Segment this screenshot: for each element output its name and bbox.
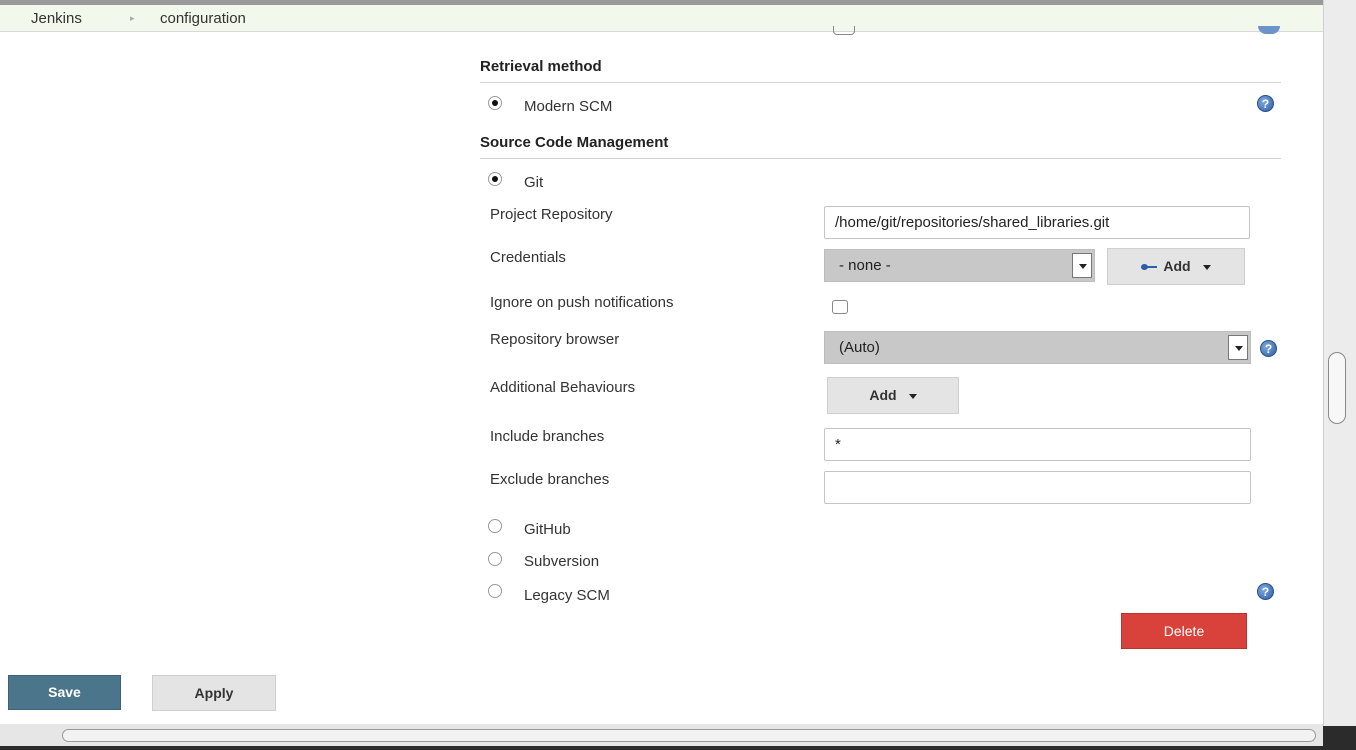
modern-scm-label[interactable]: Modern SCM [524, 98, 612, 115]
legacy-scm-help-icon[interactable]: ? [1257, 583, 1274, 600]
subversion-label[interactable]: Subversion [524, 553, 599, 570]
chevron-down-icon [1228, 335, 1248, 360]
additional-behaviours-add-button[interactable]: Add [827, 377, 959, 414]
breadcrumb-jenkins-link[interactable]: Jenkins [31, 10, 82, 27]
clipped-checkbox [833, 26, 855, 35]
repository-browser-help-icon[interactable]: ? [1260, 340, 1277, 357]
git-radio[interactable] [488, 172, 502, 186]
caret-down-icon [908, 393, 917, 399]
github-label[interactable]: GitHub [524, 521, 571, 538]
credentials-selected-value: - none - [839, 257, 891, 274]
vertical-scrollbar-thumb[interactable] [1328, 352, 1346, 424]
breadcrumb-configuration-link[interactable]: configuration [160, 10, 246, 27]
config-window: Jenkins ▸ configuration Retrieval method… [0, 0, 1323, 726]
include-branches-input[interactable]: * [824, 428, 1251, 461]
credentials-add-button[interactable]: Add [1107, 248, 1245, 285]
additional-behaviours-add-label: Add [869, 387, 897, 403]
project-repository-input[interactable]: /home/git/repositories/shared_libraries.… [824, 206, 1250, 239]
exclude-branches-input[interactable] [824, 471, 1251, 504]
subversion-radio[interactable] [488, 552, 502, 566]
legacy-scm-label[interactable]: Legacy SCM [524, 587, 610, 604]
repository-browser-select[interactable]: (Auto) [824, 331, 1251, 364]
ignore-push-label: Ignore on push notifications [490, 294, 674, 311]
credentials-label: Credentials [490, 249, 566, 266]
project-repository-label: Project Repository [490, 206, 613, 223]
ignore-push-checkbox[interactable] [832, 300, 848, 314]
apply-button[interactable]: Apply [152, 675, 276, 711]
retrieval-method-heading: Retrieval method [480, 58, 1281, 83]
include-branches-label: Include branches [490, 428, 605, 445]
credentials-select[interactable]: - none - [824, 249, 1095, 282]
chevron-down-icon [1072, 253, 1092, 278]
caret-down-icon [1202, 264, 1211, 270]
repository-browser-label: Repository browser [490, 331, 620, 348]
horizontal-scrollbar-thumb[interactable] [62, 729, 1316, 742]
breadcrumb-separator-icon: ▸ [130, 13, 135, 23]
clipped-help-icon [1258, 26, 1280, 34]
github-radio[interactable] [488, 519, 502, 533]
save-button[interactable]: Save [8, 675, 121, 710]
delete-button[interactable]: Delete [1121, 613, 1247, 649]
repository-browser-selected-value: (Auto) [839, 339, 880, 356]
exclude-branches-label: Exclude branches [490, 471, 610, 488]
scm-heading: Source Code Management [480, 134, 1281, 159]
vertical-scrollbar[interactable] [1323, 0, 1356, 726]
key-icon [1141, 263, 1158, 271]
additional-behaviours-label: Additional Behaviours [490, 379, 636, 396]
retrieval-help-icon[interactable]: ? [1257, 95, 1274, 112]
legacy-scm-radio[interactable] [488, 584, 502, 598]
modern-scm-radio[interactable] [488, 96, 502, 110]
git-label[interactable]: Git [524, 174, 543, 191]
credentials-add-label: Add [1163, 258, 1191, 274]
breadcrumb: Jenkins ▸ configuration [0, 5, 1323, 32]
